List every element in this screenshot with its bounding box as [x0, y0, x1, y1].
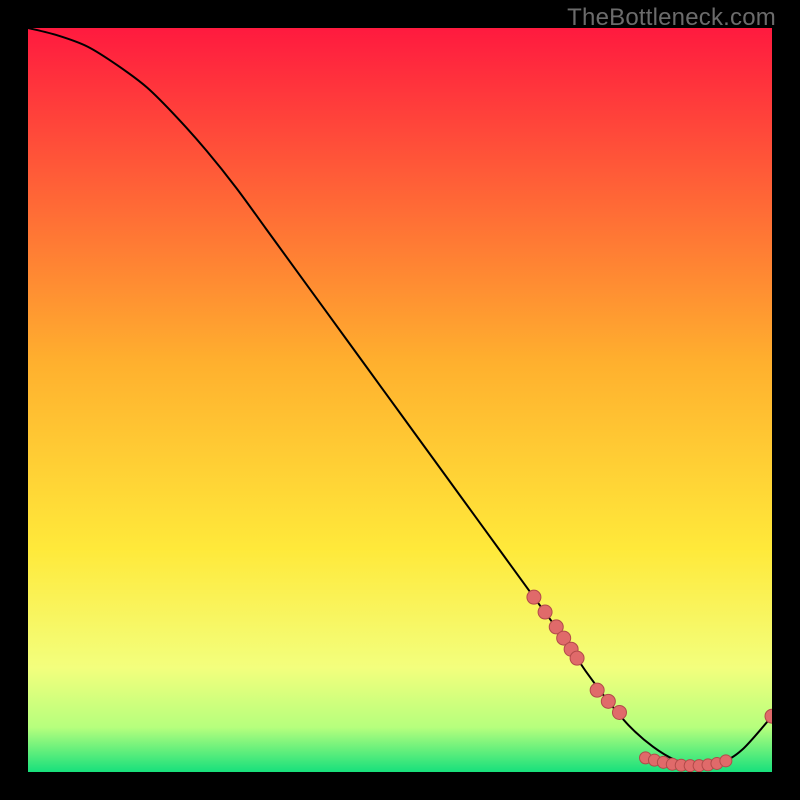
data-marker	[538, 605, 552, 619]
plot-area	[28, 28, 772, 772]
gradient-background	[28, 28, 772, 772]
chart-svg	[28, 28, 772, 772]
data-marker	[590, 683, 604, 697]
chart-container: TheBottleneck.com	[0, 0, 800, 800]
data-marker	[601, 694, 615, 708]
watermark-text: TheBottleneck.com	[567, 4, 776, 32]
data-marker	[570, 651, 584, 665]
data-marker	[720, 755, 732, 767]
data-marker	[527, 590, 541, 604]
data-marker	[612, 705, 626, 719]
